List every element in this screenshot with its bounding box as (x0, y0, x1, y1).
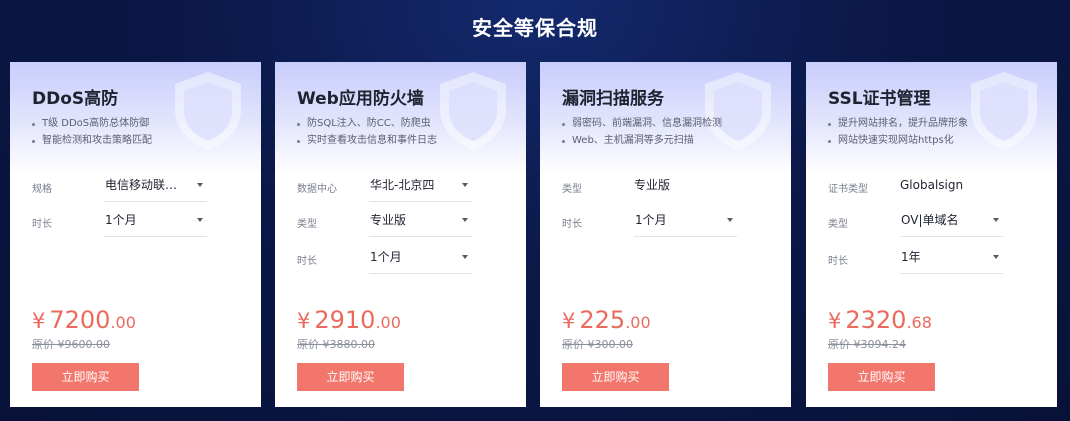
buy-now-button[interactable]: 立即购买 (297, 363, 404, 391)
price: ¥2910.00 (297, 306, 401, 334)
shield-icon (971, 72, 1037, 150)
feature-item: 弱密码、前端漏洞、信息漏洞检测 (562, 115, 722, 132)
currency-symbol: ¥ (828, 309, 842, 333)
type-select[interactable]: OV|单域名 (900, 209, 1003, 237)
caret-down-icon (727, 218, 733, 222)
price-integer: 2910 (314, 306, 376, 334)
price: ¥225.00 (562, 306, 651, 334)
price: ¥7200.00 (32, 306, 136, 334)
product-card-ssl: SSL证书管理 提升网站排名，提升品牌形象 网站快速实现网站https化 证书类… (806, 62, 1057, 407)
caret-down-icon (197, 183, 203, 187)
caret-down-icon (462, 255, 468, 259)
price: ¥2320.68 (828, 306, 932, 334)
card-title: SSL证书管理 (828, 89, 931, 109)
caret-down-icon (993, 218, 999, 222)
feature-list: T级 DDoS高防总体防御 智能检测和攻击策略匹配 (32, 115, 152, 149)
price-decimal: .00 (110, 313, 136, 332)
spec-select[interactable]: 电信移动联… (104, 174, 207, 202)
buy-now-button[interactable]: 立即购买 (32, 363, 139, 391)
option-row-spec: 规格 电信移动联… (32, 174, 242, 202)
buy-now-button[interactable]: 立即购买 (828, 363, 935, 391)
currency-symbol: ¥ (32, 309, 46, 333)
option-row-datacenter: 数据中心 华北-北京四 (297, 174, 507, 202)
option-row-type: 类型 专业版 (562, 174, 772, 202)
price-integer: 2320 (845, 306, 907, 334)
option-row-duration: 时长 1年 (828, 246, 1038, 274)
option-row-duration: 时长 1个月 (297, 246, 507, 274)
option-label: 证书类型 (828, 184, 868, 195)
caret-down-icon (993, 255, 999, 259)
option-label: 数据中心 (297, 184, 337, 195)
caret-down-icon (462, 183, 468, 187)
option-row-cert-type: 证书类型 Globalsign (828, 174, 1038, 202)
select-value: 电信移动联… (105, 178, 178, 192)
select-value: OV|单域名 (901, 213, 959, 227)
feature-item: 提升网站排名，提升品牌形象 (828, 115, 968, 132)
select-value: 1个月 (370, 250, 402, 264)
option-row-type: 类型 专业版 (297, 209, 507, 237)
feature-item: 网站快速实现网站https化 (828, 132, 968, 149)
feature-list: 提升网站排名，提升品牌形象 网站快速实现网站https化 (828, 115, 968, 149)
duration-select[interactable]: 1年 (900, 246, 1003, 274)
duration-select[interactable]: 1个月 (369, 246, 472, 274)
feature-item: 实时查看攻击信息和事件日志 (297, 132, 437, 149)
price-integer: 7200 (49, 306, 111, 334)
type-value: 专业版 (634, 178, 671, 192)
duration-select[interactable]: 1个月 (634, 209, 737, 237)
original-price: 原价 ¥3880.00 (297, 338, 375, 351)
caret-down-icon (197, 218, 203, 222)
caret-down-icon (462, 218, 468, 222)
option-label: 时长 (562, 219, 582, 230)
option-label: 类型 (562, 184, 582, 195)
card-title: 漏洞扫描服务 (562, 89, 664, 109)
cert-type-value: Globalsign (900, 178, 964, 192)
feature-item: T级 DDoS高防总体防御 (32, 115, 152, 132)
buy-now-button[interactable]: 立即购买 (562, 363, 669, 391)
select-value: 1个月 (105, 213, 137, 227)
currency-symbol: ¥ (562, 309, 576, 333)
select-value: 1年 (901, 250, 921, 264)
feature-list: 防SQL注入、防CC、防爬虫 实时查看攻击信息和事件日志 (297, 115, 437, 149)
original-price: 原价 ¥300.00 (562, 338, 633, 351)
select-value: 华北-北京四 (370, 178, 435, 192)
select-value: 1个月 (635, 213, 667, 227)
currency-symbol: ¥ (297, 309, 311, 333)
original-price: 原价 ¥9600.00 (32, 338, 110, 351)
duration-select[interactable]: 1个月 (104, 209, 207, 237)
option-label: 规格 (32, 184, 52, 195)
datacenter-select[interactable]: 华北-北京四 (369, 174, 472, 202)
type-select[interactable]: 专业版 (369, 209, 472, 237)
product-card-vuln-scan: 漏洞扫描服务 弱密码、前端漏洞、信息漏洞检测 Web、主机漏洞等多元扫描 类型 … (540, 62, 791, 407)
product-card-waf: Web应用防火墙 防SQL注入、防CC、防爬虫 实时查看攻击信息和事件日志 数据… (275, 62, 526, 407)
option-label: 时长 (32, 219, 52, 230)
shield-icon (440, 72, 506, 150)
option-label: 时长 (828, 256, 848, 267)
option-label: 时长 (297, 256, 317, 267)
feature-list: 弱密码、前端漏洞、信息漏洞检测 Web、主机漏洞等多元扫描 (562, 115, 722, 149)
product-card-ddos: DDoS高防 T级 DDoS高防总体防御 智能检测和攻击策略匹配 规格 电信移动… (10, 62, 261, 407)
section-title: 安全等保合规 (472, 16, 598, 40)
option-label: 类型 (828, 219, 848, 230)
original-price: 原价 ¥3094.24 (828, 338, 906, 351)
option-row-duration: 时长 1个月 (562, 209, 772, 237)
price-decimal: .68 (906, 313, 932, 332)
feature-item: 智能检测和攻击策略匹配 (32, 132, 152, 149)
card-title: DDoS高防 (32, 89, 119, 109)
price-decimal: .00 (375, 313, 401, 332)
option-row-type: 类型 OV|单域名 (828, 209, 1038, 237)
card-title: Web应用防火墙 (297, 89, 424, 109)
option-label: 类型 (297, 219, 317, 230)
select-value: 专业版 (370, 213, 407, 227)
price-decimal: .00 (625, 313, 651, 332)
option-row-duration: 时长 1个月 (32, 209, 242, 237)
feature-item: Web、主机漏洞等多元扫描 (562, 132, 722, 149)
price-integer: 225 (579, 306, 626, 334)
shield-icon (175, 72, 241, 150)
feature-item: 防SQL注入、防CC、防爬虫 (297, 115, 437, 132)
